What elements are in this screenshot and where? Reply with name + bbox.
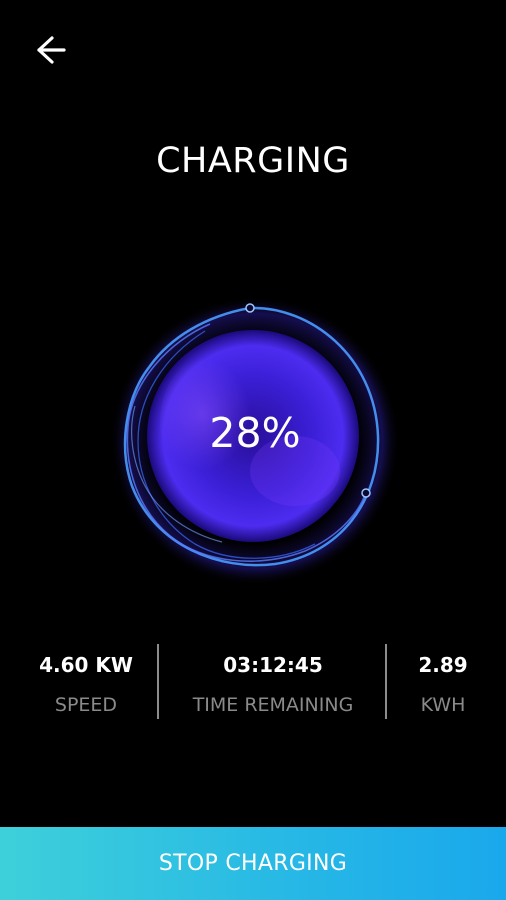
stat-speed-value: 4.60 KW — [39, 653, 133, 677]
arrow-left-icon — [37, 36, 66, 64]
charge-orb: 28% — [110, 296, 400, 586]
stat-kwh-label: KWH — [420, 694, 466, 716]
stat-speed: 4.60 KW SPEED — [18, 644, 154, 716]
stat-time-label: TIME REMAINING — [192, 694, 354, 716]
stat-divider — [385, 644, 387, 719]
stat-kwh-value: 2.89 — [418, 653, 468, 677]
back-button[interactable] — [30, 30, 70, 70]
stat-time-remaining: 03:12:45 TIME REMAINING — [160, 644, 386, 716]
charge-percent: 28% — [209, 409, 301, 457]
page-title: CHARGING — [156, 141, 350, 181]
stat-speed-label: SPEED — [54, 694, 118, 716]
stats-row: 4.60 KW SPEED 03:12:45 TIME REMAINING 2.… — [0, 644, 506, 720]
stop-charging-button[interactable]: STOP CHARGING — [0, 827, 506, 900]
stat-kwh: 2.89 KWH — [388, 644, 498, 716]
stat-divider — [157, 644, 159, 719]
stat-time-value: 03:12:45 — [223, 653, 323, 677]
